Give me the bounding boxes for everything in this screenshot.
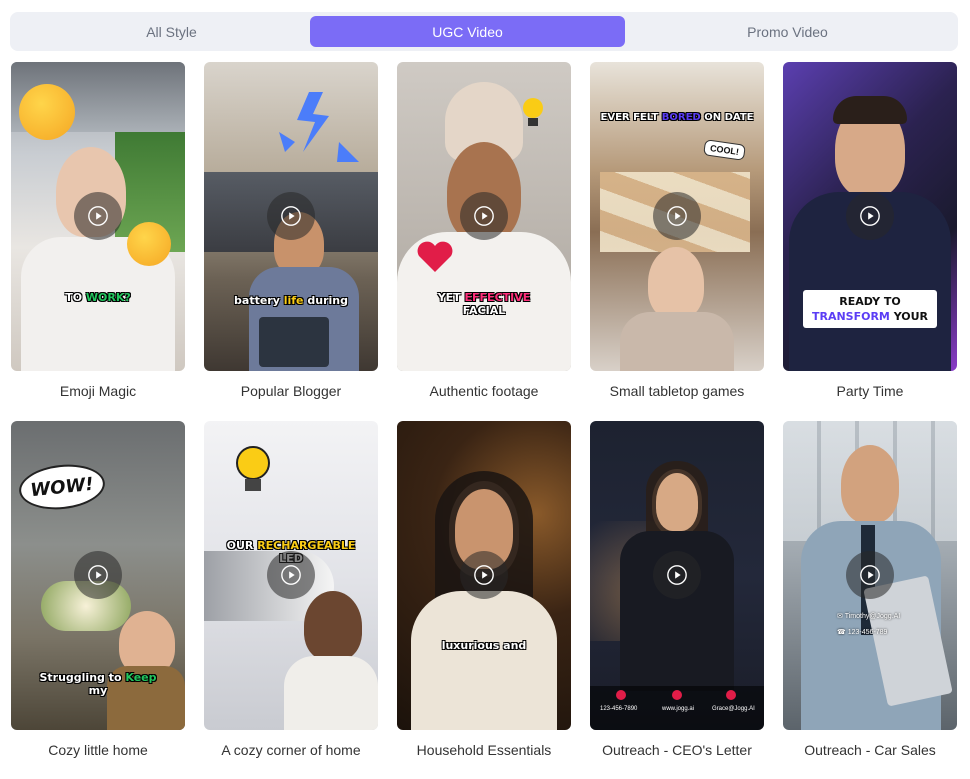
card-title: Emoji Magic	[59, 383, 137, 399]
play-icon[interactable]	[460, 192, 508, 240]
card-title: Small tabletop games	[609, 383, 745, 399]
hearts-icon	[413, 240, 457, 274]
lightning-icon	[279, 92, 359, 162]
card-title: Outreach - CEO's Letter	[602, 742, 752, 758]
card-title: Party Time	[836, 383, 904, 399]
thinking-emoji-icon	[19, 84, 75, 140]
template-card[interactable]: TO WORK? Emoji Magic	[11, 62, 185, 399]
caption: luxurious and	[441, 639, 527, 652]
card-title: Authentic footage	[429, 383, 539, 399]
wow-bubble: WOW!	[16, 460, 108, 514]
template-card[interactable]: YET EFFECTIVE FACIAL Authentic footage	[397, 62, 571, 399]
phone-icon	[616, 690, 626, 700]
template-card[interactable]: 123-456-7890 www.jogg.ai Grace@Jogg.AI O…	[590, 421, 764, 758]
play-icon[interactable]	[74, 192, 122, 240]
tab-all-style[interactable]: All Style	[14, 16, 329, 47]
video-thumbnail[interactable]: YET EFFECTIVE FACIAL	[397, 62, 571, 371]
play-icon[interactable]	[267, 551, 315, 599]
template-card[interactable]: EVER FELT BORED ON DATE COOL! Small tabl…	[590, 62, 764, 399]
card-title: A cozy corner of home	[221, 742, 361, 758]
caption-top: EVER FELT BORED ON DATE	[600, 112, 754, 123]
video-thumbnail[interactable]: TO WORK?	[11, 62, 185, 371]
caption: battery life during	[234, 294, 348, 307]
video-thumbnail[interactable]: luxurious and	[397, 421, 571, 730]
tab-promo-video[interactable]: Promo Video	[630, 16, 945, 47]
play-icon[interactable]	[653, 192, 701, 240]
globe-icon	[672, 690, 682, 700]
phone-icon: ☎	[837, 629, 846, 636]
card-title: Outreach - Car Sales	[804, 742, 936, 758]
video-thumbnail[interactable]: WOW! Struggling to Keep my	[11, 421, 185, 730]
play-icon[interactable]	[846, 551, 894, 599]
video-thumbnail[interactable]: 123-456-7890 www.jogg.ai Grace@Jogg.AI	[590, 421, 764, 730]
template-card[interactable]: battery life during Popular Blogger	[204, 62, 378, 399]
worried-emoji-icon	[127, 222, 171, 266]
contact-bar: 123-456-7890 www.jogg.ai Grace@Jogg.AI	[590, 686, 764, 730]
card-title: Popular Blogger	[240, 383, 342, 399]
play-icon[interactable]	[267, 192, 315, 240]
card-title: Cozy little home	[48, 742, 148, 758]
template-card[interactable]: OUR RECHARGEABLE LED A cozy corner of ho…	[204, 421, 378, 758]
play-icon[interactable]	[653, 551, 701, 599]
caption: TO WORK?	[65, 291, 131, 304]
caption: YET EFFECTIVE FACIAL	[437, 291, 531, 317]
card-title: Household Essentials	[416, 742, 552, 758]
template-card[interactable]: READY TO TRANSFORM YOUR Party Time	[783, 62, 957, 399]
video-thumbnail[interactable]: OUR RECHARGEABLE LED	[204, 421, 378, 730]
caption: Struggling to Keep my	[39, 671, 157, 697]
cool-badge: COOL!	[703, 139, 746, 161]
play-icon[interactable]	[74, 551, 122, 599]
video-thumbnail[interactable]: EVER FELT BORED ON DATE COOL!	[590, 62, 764, 371]
template-card[interactable]: ✉ Timothy@Jogg.AI ☎ 123-456-789 Outreach…	[783, 421, 957, 758]
video-thumbnail[interactable]: battery life during	[204, 62, 378, 371]
mail-icon: ✉	[837, 613, 843, 620]
lightbulb-icon	[515, 92, 551, 132]
play-icon[interactable]	[460, 551, 508, 599]
tab-ugc-video[interactable]: UGC Video	[310, 16, 625, 47]
video-thumbnail[interactable]: READY TO TRANSFORM YOUR	[783, 62, 957, 371]
mail-icon	[726, 690, 736, 700]
play-icon[interactable]	[846, 192, 894, 240]
video-thumbnail[interactable]: ✉ Timothy@Jogg.AI ☎ 123-456-789	[783, 421, 957, 730]
caption: READY TO TRANSFORM YOUR	[803, 290, 937, 328]
lightbulb-icon	[226, 439, 280, 501]
template-card[interactable]: WOW! Struggling to Keep my Cozy little h…	[11, 421, 185, 758]
contact-overlay: ✉ Timothy@Jogg.AI ☎ 123-456-789	[837, 613, 901, 636]
template-card[interactable]: luxurious and Household Essentials	[397, 421, 571, 758]
style-tab-bar: All Style UGC Video Promo Video	[10, 12, 958, 51]
